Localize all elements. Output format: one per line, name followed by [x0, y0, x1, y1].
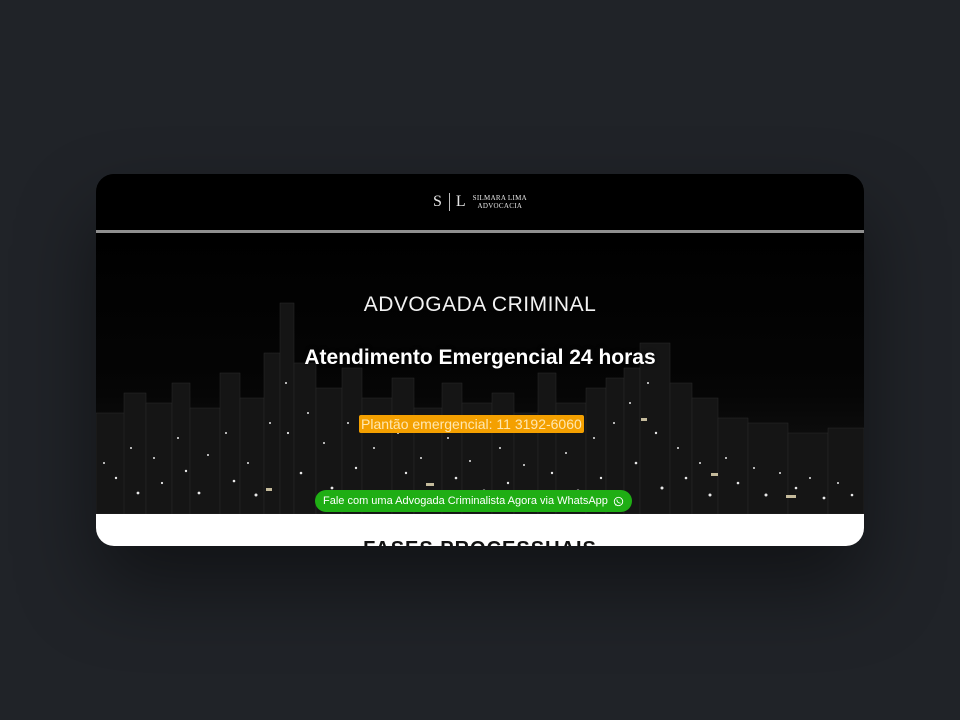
whatsapp-icon: [613, 496, 624, 506]
emergency-phone-highlight[interactable]: Plantão emergencial: 11 3192-6060: [359, 415, 584, 433]
hero-subtitle: Atendimento Emergencial 24 horas: [304, 346, 656, 369]
whatsapp-cta-label: Fale com uma Advogada Criminalista Agora…: [323, 495, 608, 507]
city-skyline-background: [96, 233, 864, 514]
hero-section: ADVOGADA CRIMINAL Atendimento Emergencia…: [96, 233, 864, 514]
logo-wordmark: SILMARA LIMA ADVOCACIA: [473, 194, 527, 210]
hero-title: ADVOGADA CRIMINAL: [363, 293, 597, 316]
whatsapp-cta-button[interactable]: Fale com uma Advogada Criminalista Agora…: [315, 490, 632, 512]
site-preview-card: S L SILMARA LIMA ADVOCACIA ADVOGADA CRIM…: [96, 174, 864, 546]
site-logo[interactable]: S L SILMARA LIMA ADVOCACIA: [433, 193, 527, 211]
section-heading: FASES PROCESSUAIS: [96, 538, 864, 546]
site-header: S L SILMARA LIMA ADVOCACIA: [96, 174, 864, 233]
logo-monogram-s: S: [432, 193, 443, 210]
logo-line-2: ADVOCACIA: [477, 202, 523, 210]
logo-line-1: SILMARA LIMA: [472, 194, 528, 202]
logo-divider: [448, 193, 450, 211]
logo-monogram-l: L: [455, 193, 467, 210]
content-section: FASES PROCESSUAIS: [96, 514, 864, 546]
